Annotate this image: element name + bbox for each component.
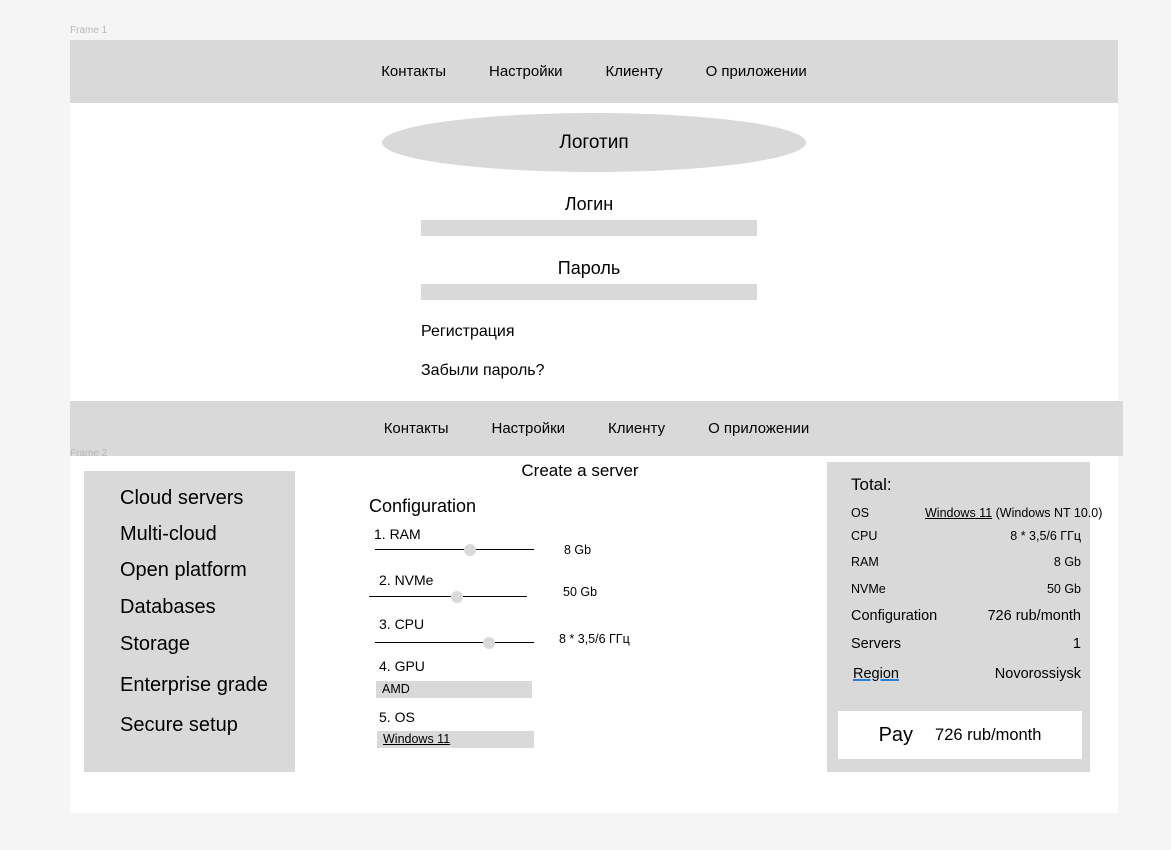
total-region-label[interactable]: Region: [853, 666, 899, 682]
nav-item-about[interactable]: О приложении: [706, 63, 807, 80]
os-label: 5. OS: [379, 709, 415, 725]
forgot-password-link[interactable]: Забыли пароль?: [421, 362, 545, 380]
ram-slider[interactable]: [375, 544, 534, 556]
total-ram-value: 8 Gb: [1053, 555, 1081, 569]
total-ram-row: RAM 8 Gb: [851, 555, 1081, 569]
nav-item-contacts[interactable]: Контакты: [384, 420, 449, 437]
total-region-row: Region Novorossiysk: [853, 666, 1081, 682]
cpu-slider-thumb[interactable]: [483, 637, 496, 649]
nav-item-settings[interactable]: Настройки: [489, 63, 563, 80]
password-input[interactable]: [421, 284, 757, 300]
sidebar-item-multi-cloud[interactable]: Multi-cloud: [120, 523, 217, 546]
nvme-slider[interactable]: [369, 591, 527, 603]
cpu-label: 3. CPU: [379, 616, 425, 632]
nav-item-client[interactable]: Клиенту: [608, 420, 665, 437]
sidebar-item-enterprise-grade[interactable]: Enterprise grade: [120, 674, 268, 697]
total-os-row: OS Windows 11 (Windows NT 10.0): [851, 506, 1102, 522]
total-servers-value: 1: [1072, 636, 1081, 652]
sidebar-item-databases[interactable]: Databases: [120, 596, 216, 619]
total-servers-label: Servers: [851, 636, 901, 652]
sidebar-item-secure-setup[interactable]: Secure setup: [120, 714, 238, 737]
login-input[interactable]: [421, 220, 757, 236]
top-nav: Контакты Настройки Клиенту О приложении: [70, 40, 1118, 103]
frame-1-label: Frame 1: [70, 25, 108, 36]
total-configuration-row: Configuration 726 rub/month: [851, 608, 1081, 624]
sidebar-item-open-platform[interactable]: Open platform: [120, 559, 247, 582]
total-ram-label: RAM: [851, 555, 879, 569]
total-os-label: OS: [851, 506, 870, 520]
sidebar-item-storage[interactable]: Storage: [120, 633, 190, 656]
gpu-selected-value: AMD: [382, 682, 410, 696]
total-cpu-label: CPU: [851, 529, 878, 543]
ram-label: 1. RAM: [374, 526, 421, 542]
total-configuration-value: 726 rub/month: [987, 608, 1081, 624]
nav-item-client[interactable]: Клиенту: [606, 63, 663, 80]
total-os-detail: (Windows NT 10.0): [992, 506, 1103, 520]
total-configuration-label: Configuration: [851, 608, 938, 624]
total-os-value: Windows 11 (Windows NT 10.0): [925, 506, 1102, 520]
nvme-label: 2. NVMe: [379, 572, 434, 588]
frame-2-nav: Контакты Настройки Клиенту О приложении: [70, 401, 1123, 456]
frame-2-label: Frame 2: [70, 448, 108, 459]
gpu-select[interactable]: AMD: [376, 681, 532, 698]
cpu-slider[interactable]: [375, 637, 534, 649]
total-title: Total:: [851, 475, 892, 494]
total-region-value: Novorossiysk: [994, 666, 1081, 682]
os-select[interactable]: Windows 11: [377, 731, 534, 748]
total-os-name[interactable]: Windows 11: [925, 506, 992, 520]
total-servers-row: Servers 1: [851, 636, 1081, 652]
nvme-value: 50 Gb: [563, 585, 598, 599]
register-link[interactable]: Регистрация: [421, 323, 515, 341]
nvme-slider-thumb[interactable]: [451, 591, 464, 603]
page-title: Create a server: [521, 461, 639, 480]
logo-text: Логотип: [559, 131, 629, 153]
nav-item-about[interactable]: О приложении: [708, 420, 809, 437]
ram-slider-thumb[interactable]: [464, 544, 477, 556]
login-label: Логин: [564, 194, 614, 214]
total-cpu-row: CPU 8 * 3,5/6 ГГц: [851, 529, 1081, 543]
pay-amount: 726 rub/month: [935, 725, 1042, 744]
ram-value: 8 Gb: [564, 543, 592, 557]
pay-label: Pay: [878, 723, 914, 746]
logo: Логотип: [382, 113, 806, 172]
nav-item-settings[interactable]: Настройки: [491, 420, 565, 437]
total-nvme-label: NVMe: [851, 582, 886, 596]
nvme-slider-track: [369, 596, 527, 597]
cpu-value: 8 * 3,5/6 ГГц: [559, 632, 630, 646]
nav-item-contacts[interactable]: Контакты: [381, 63, 446, 80]
cpu-slider-track: [375, 642, 534, 643]
total-nvme-row: NVMe 50 Gb: [851, 582, 1081, 596]
configuration-title: Configuration: [369, 496, 477, 516]
sidebar-item-cloud-servers[interactable]: Cloud servers: [120, 487, 243, 510]
gpu-label: 4. GPU: [379, 658, 425, 674]
total-nvme-value: 50 Gb: [1046, 582, 1081, 596]
password-label: Пароль: [557, 258, 621, 278]
os-selected-value: Windows 11: [383, 732, 451, 746]
ram-slider-track: [375, 549, 534, 550]
pay-button[interactable]: Pay 726 rub/month: [838, 711, 1082, 759]
total-panel: Total: OS Windows 11 (Windows NT 10.0) C…: [827, 462, 1102, 772]
sidebar: Cloud servers Multi-cloud Open platform …: [84, 471, 295, 772]
total-cpu-value: 8 * 3,5/6 ГГц: [1010, 529, 1081, 543]
